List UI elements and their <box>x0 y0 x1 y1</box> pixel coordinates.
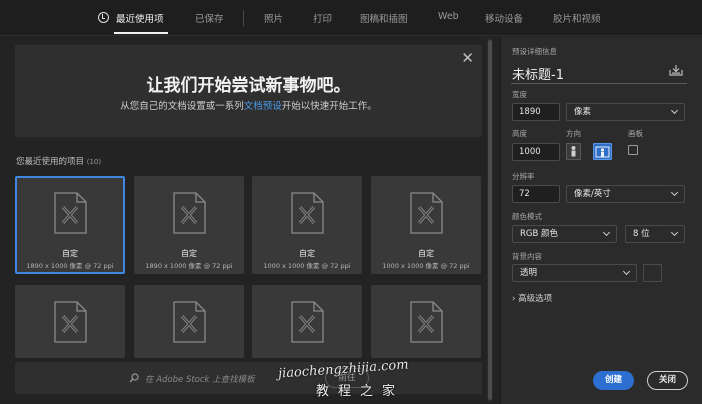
document-icon <box>173 192 206 234</box>
recent-item-meta: 1000 x 1000 像素 @ 72 ppi <box>263 262 351 270</box>
document-icon <box>291 192 324 234</box>
tab-photo[interactable]: 照片 <box>264 11 283 25</box>
welcome-subtitle-text: 从您自己的文档设置或一系列 <box>120 101 244 112</box>
search-icon <box>129 373 139 383</box>
resolution-label: 分辨率 <box>512 172 535 181</box>
tab-web[interactable]: Web <box>438 11 459 22</box>
chevron-down-icon <box>670 228 679 237</box>
orientation-label: 方向 <box>566 129 581 138</box>
tab-mobile[interactable]: 移动设备 <box>485 11 523 25</box>
watermark-text: 教程之家 <box>316 384 405 399</box>
background-select[interactable]: 透明 <box>512 264 637 282</box>
recent-item-card[interactable] <box>15 285 125 358</box>
recent-item-meta: 1890 x 1000 像素 @ 72 ppi <box>26 262 114 270</box>
chevron-down-icon <box>622 267 631 276</box>
landscape-orientation-button[interactable] <box>593 143 612 160</box>
recent-item-card[interactable]: 自定 1000 x 1000 像素 @ 72 ppi <box>252 176 362 274</box>
document-icon <box>410 192 443 234</box>
recent-item-card[interactable] <box>134 285 244 358</box>
recent-item-card[interactable]: 自定 1000 x 1000 像素 @ 72 ppi <box>371 176 481 274</box>
welcome-banner: 让我们开始尝试新事物吧。 从您自己的文档设置或一系列文档预设开始以快速开始工作。… <box>15 45 482 137</box>
welcome-subtitle: 从您自己的文档设置或一系列文档预设开始以快速开始工作。 <box>15 98 482 112</box>
create-button[interactable]: 创建 <box>593 371 634 390</box>
width-label: 宽度 <box>512 90 527 99</box>
resolution-unit-value: 像素/英寸 <box>574 189 611 199</box>
tab-print[interactable]: 打印 <box>313 11 332 25</box>
tab-bar: 最近使用项 已保存 照片 打印 图稿和插图 Web 移动设备 胶片和视频 <box>0 0 702 36</box>
document-icon <box>291 301 324 343</box>
tab-divider <box>243 10 244 26</box>
recent-item-card[interactable]: 自定 1890 x 1000 像素 @ 72 ppi <box>15 176 125 274</box>
document-icon <box>173 301 206 343</box>
recent-items-count: (10) <box>86 158 102 166</box>
tab-saved[interactable]: 已保存 <box>195 11 224 25</box>
tab-film-video[interactable]: 胶片和视频 <box>553 11 601 25</box>
background-color-swatch[interactable] <box>643 264 662 282</box>
recent-items-label: 您最近使用的项目 <box>16 157 85 167</box>
document-presets-link[interactable]: 文档预设 <box>244 101 282 112</box>
bit-depth-select[interactable]: 8 位 <box>625 225 685 243</box>
height-label: 高度 <box>512 129 527 138</box>
recent-items-heading: 您最近使用的项目 (10) <box>16 155 101 167</box>
person-icon <box>595 146 610 158</box>
resolution-field[interactable]: 72 <box>512 185 560 203</box>
scrollbar-thumb[interactable] <box>488 40 492 400</box>
recent-item-card[interactable] <box>371 285 481 358</box>
close-button[interactable]: 关闭 <box>647 371 688 390</box>
stock-search-input[interactable]: 在 Adobe Stock 上查找模板 <box>145 373 255 385</box>
tab-recent[interactable]: 最近使用项 <box>116 11 164 25</box>
portrait-orientation-button[interactable] <box>566 143 581 160</box>
recent-item-name: 自定 <box>299 249 315 258</box>
recent-item-meta: 1890 x 1000 像素 @ 72 ppi <box>145 262 233 270</box>
tab-art-illustration[interactable]: 图稿和插图 <box>360 11 408 25</box>
save-preset-icon[interactable] <box>669 64 683 76</box>
chevron-right-icon: › <box>512 294 516 304</box>
artboard-label: 画板 <box>628 129 643 138</box>
recent-item-meta: 1000 x 1000 像素 @ 72 ppi <box>382 262 470 270</box>
advanced-options-toggle[interactable]: › 高级选项 <box>512 292 552 304</box>
welcome-title: 让我们开始尝试新事物吧。 <box>146 76 351 96</box>
recent-item-name: 自定 <box>418 249 434 258</box>
width-unit-value: 像素 <box>574 107 592 117</box>
clock-icon <box>98 12 109 23</box>
color-mode-label: 颜色模式 <box>512 212 542 221</box>
chevron-down-icon <box>670 106 679 115</box>
recent-item-name: 自定 <box>181 249 197 258</box>
title-underline <box>511 83 687 84</box>
person-icon <box>571 146 576 157</box>
preset-details-label: 预设详细信息 <box>512 47 557 56</box>
chevron-down-icon <box>670 188 679 197</box>
artboard-checkbox[interactable] <box>628 145 638 155</box>
height-field[interactable]: 1000 <box>512 143 560 161</box>
document-title-input[interactable]: 未标题-1 <box>512 64 564 83</box>
document-icon <box>410 301 443 343</box>
recent-item-name: 自定 <box>62 249 78 258</box>
recent-item-card[interactable]: 自定 1890 x 1000 像素 @ 72 ppi <box>134 176 244 274</box>
welcome-subtitle-text-end: 开始以快速开始工作。 <box>281 101 377 112</box>
advanced-options-label: 高级选项 <box>518 294 553 304</box>
width-field[interactable]: 1890 <box>512 103 560 121</box>
active-tab-indicator <box>114 32 168 34</box>
background-value: 透明 <box>520 268 538 278</box>
resolution-unit-select[interactable]: 像素/英寸 <box>566 185 685 203</box>
width-unit-select[interactable]: 像素 <box>566 103 685 121</box>
color-mode-value: RGB 颜色 <box>520 229 559 239</box>
bit-depth-value: 8 位 <box>633 229 650 239</box>
stock-search-bar: 在 Adobe Stock 上查找模板 前往 <box>15 362 482 394</box>
chevron-down-icon <box>602 228 611 237</box>
color-mode-select[interactable]: RGB 颜色 <box>512 225 617 243</box>
document-icon <box>54 192 87 234</box>
document-icon <box>54 301 87 343</box>
background-label: 背景内容 <box>512 252 542 261</box>
close-icon[interactable]: ✕ <box>461 51 474 66</box>
recent-item-card[interactable] <box>252 285 362 358</box>
